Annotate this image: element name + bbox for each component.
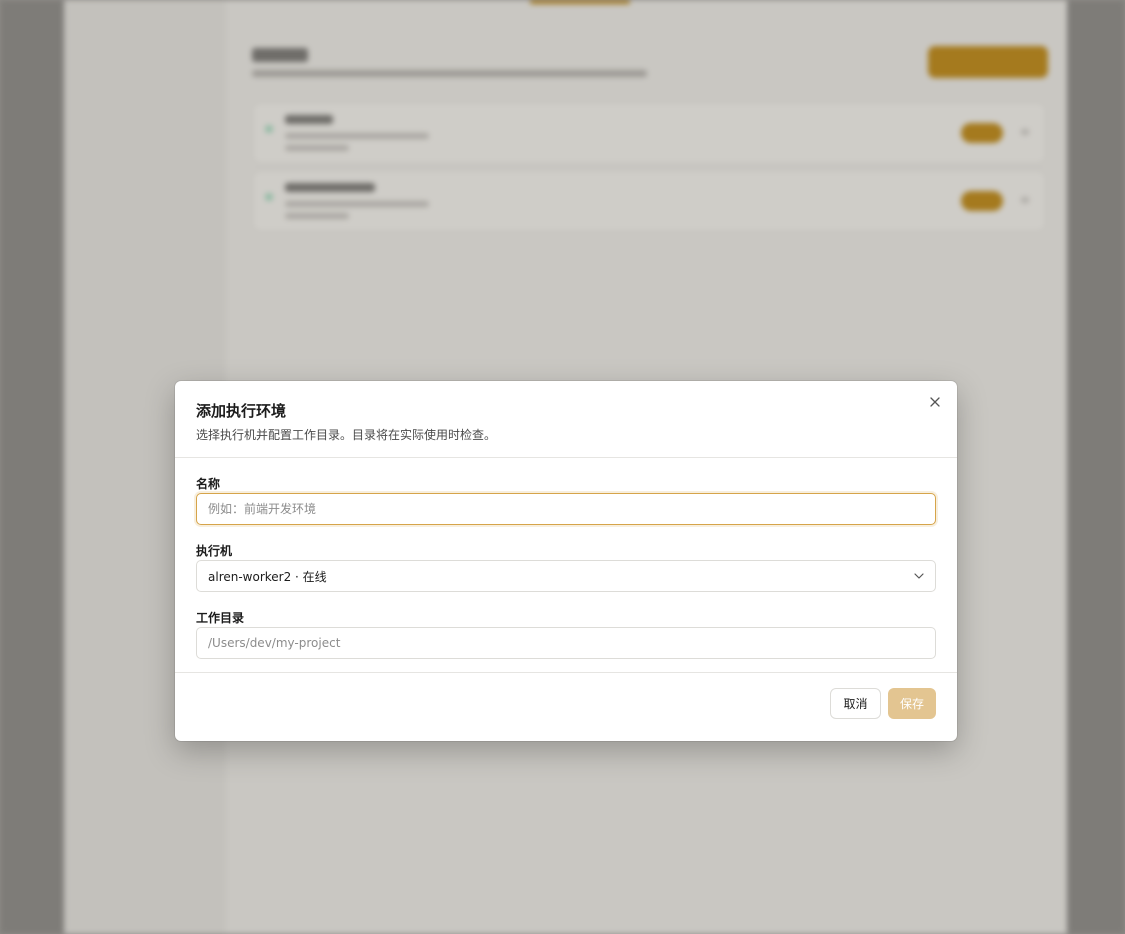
close-icon: [930, 397, 940, 407]
save-button[interactable]: 保存: [888, 688, 936, 719]
background-status-dot: [265, 125, 273, 133]
background-card-line: [285, 145, 349, 151]
background-card-title: [285, 115, 333, 124]
dialog-description: 选择执行机并配置工作目录。目录将在实际使用时检查。: [196, 428, 497, 442]
close-button[interactable]: [925, 392, 945, 412]
background-tab-indicator: [530, 0, 630, 4]
background-card-line: [285, 133, 429, 139]
background-status-dot: [265, 193, 273, 201]
executor-label: 执行机: [196, 544, 233, 558]
name-label: 名称: [196, 477, 221, 491]
workdir-input[interactable]: [197, 628, 935, 658]
background-right-strip: [1067, 0, 1125, 934]
executor-select[interactable]: alren-worker2 · 在线: [196, 560, 936, 592]
background-card-line: [285, 201, 429, 207]
background-card-title: [285, 183, 375, 192]
background-environment-card: [252, 102, 1046, 164]
dialog-title: 添加执行环境: [196, 402, 287, 420]
header-divider: [175, 457, 957, 458]
background-card-line: [285, 213, 349, 219]
background-chevron: [1021, 129, 1029, 135]
add-environment-dialog: 添加执行环境 选择执行机并配置工作目录。目录将在实际使用时检查。 名称 执行机 …: [175, 381, 957, 741]
background-environment-card: [252, 170, 1046, 232]
background-page-title: [252, 48, 308, 62]
background-toggle: [961, 123, 1003, 143]
workdir-label: 工作目录: [196, 611, 245, 625]
background-left-strip: [0, 0, 64, 934]
cancel-button[interactable]: 取消: [830, 688, 881, 719]
footer-divider: [175, 672, 957, 673]
background-add-button: [928, 46, 1048, 78]
workdir-field: [196, 627, 936, 659]
background-chevron: [1021, 197, 1029, 203]
background-toggle: [961, 191, 1003, 211]
executor-select-value: alren-worker2 · 在线: [208, 569, 327, 584]
background-page-subtitle: [252, 70, 647, 77]
name-input[interactable]: [197, 494, 935, 524]
name-field: [196, 493, 936, 525]
chevron-down-icon: [914, 573, 924, 579]
